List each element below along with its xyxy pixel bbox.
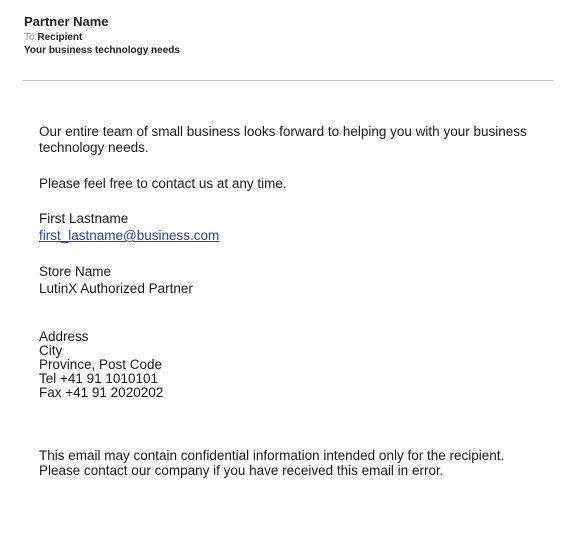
signature-name: First Lastname (39, 211, 129, 226)
email-subject: Your business technology needs (24, 45, 180, 56)
address-line: Address (39, 329, 89, 344)
header-divider (22, 80, 554, 81)
address-block: Address City Province, Post Code Tel +41… (39, 330, 163, 400)
signature-email-link[interactable]: first_lastname@business.com (39, 228, 219, 244)
address-fax: Fax +41 91 2020202 (39, 385, 164, 400)
email-header: Partner Name To:Recipient Your business … (24, 14, 544, 57)
store-name: Store Name (39, 264, 112, 279)
sender-name: Partner Name (24, 14, 109, 29)
address-city: City (39, 343, 63, 358)
to-label: To: (24, 32, 38, 43)
disclaimer-text: This email may contain confidential info… (39, 448, 505, 478)
body-paragraph-intro: Our entire team of small business looks … (39, 124, 527, 155)
address-province-post: Province, Post Code (39, 357, 163, 372)
store-subtitle: LutinX Authorized Partner (39, 281, 193, 296)
address-tel: Tel +41 91 1010101 (39, 371, 158, 386)
recipient-name: Recipient (37, 32, 83, 43)
body-paragraph-contact: Please feel free to contact us at any ti… (39, 176, 287, 191)
recipient-line: To:Recipient (24, 31, 544, 44)
